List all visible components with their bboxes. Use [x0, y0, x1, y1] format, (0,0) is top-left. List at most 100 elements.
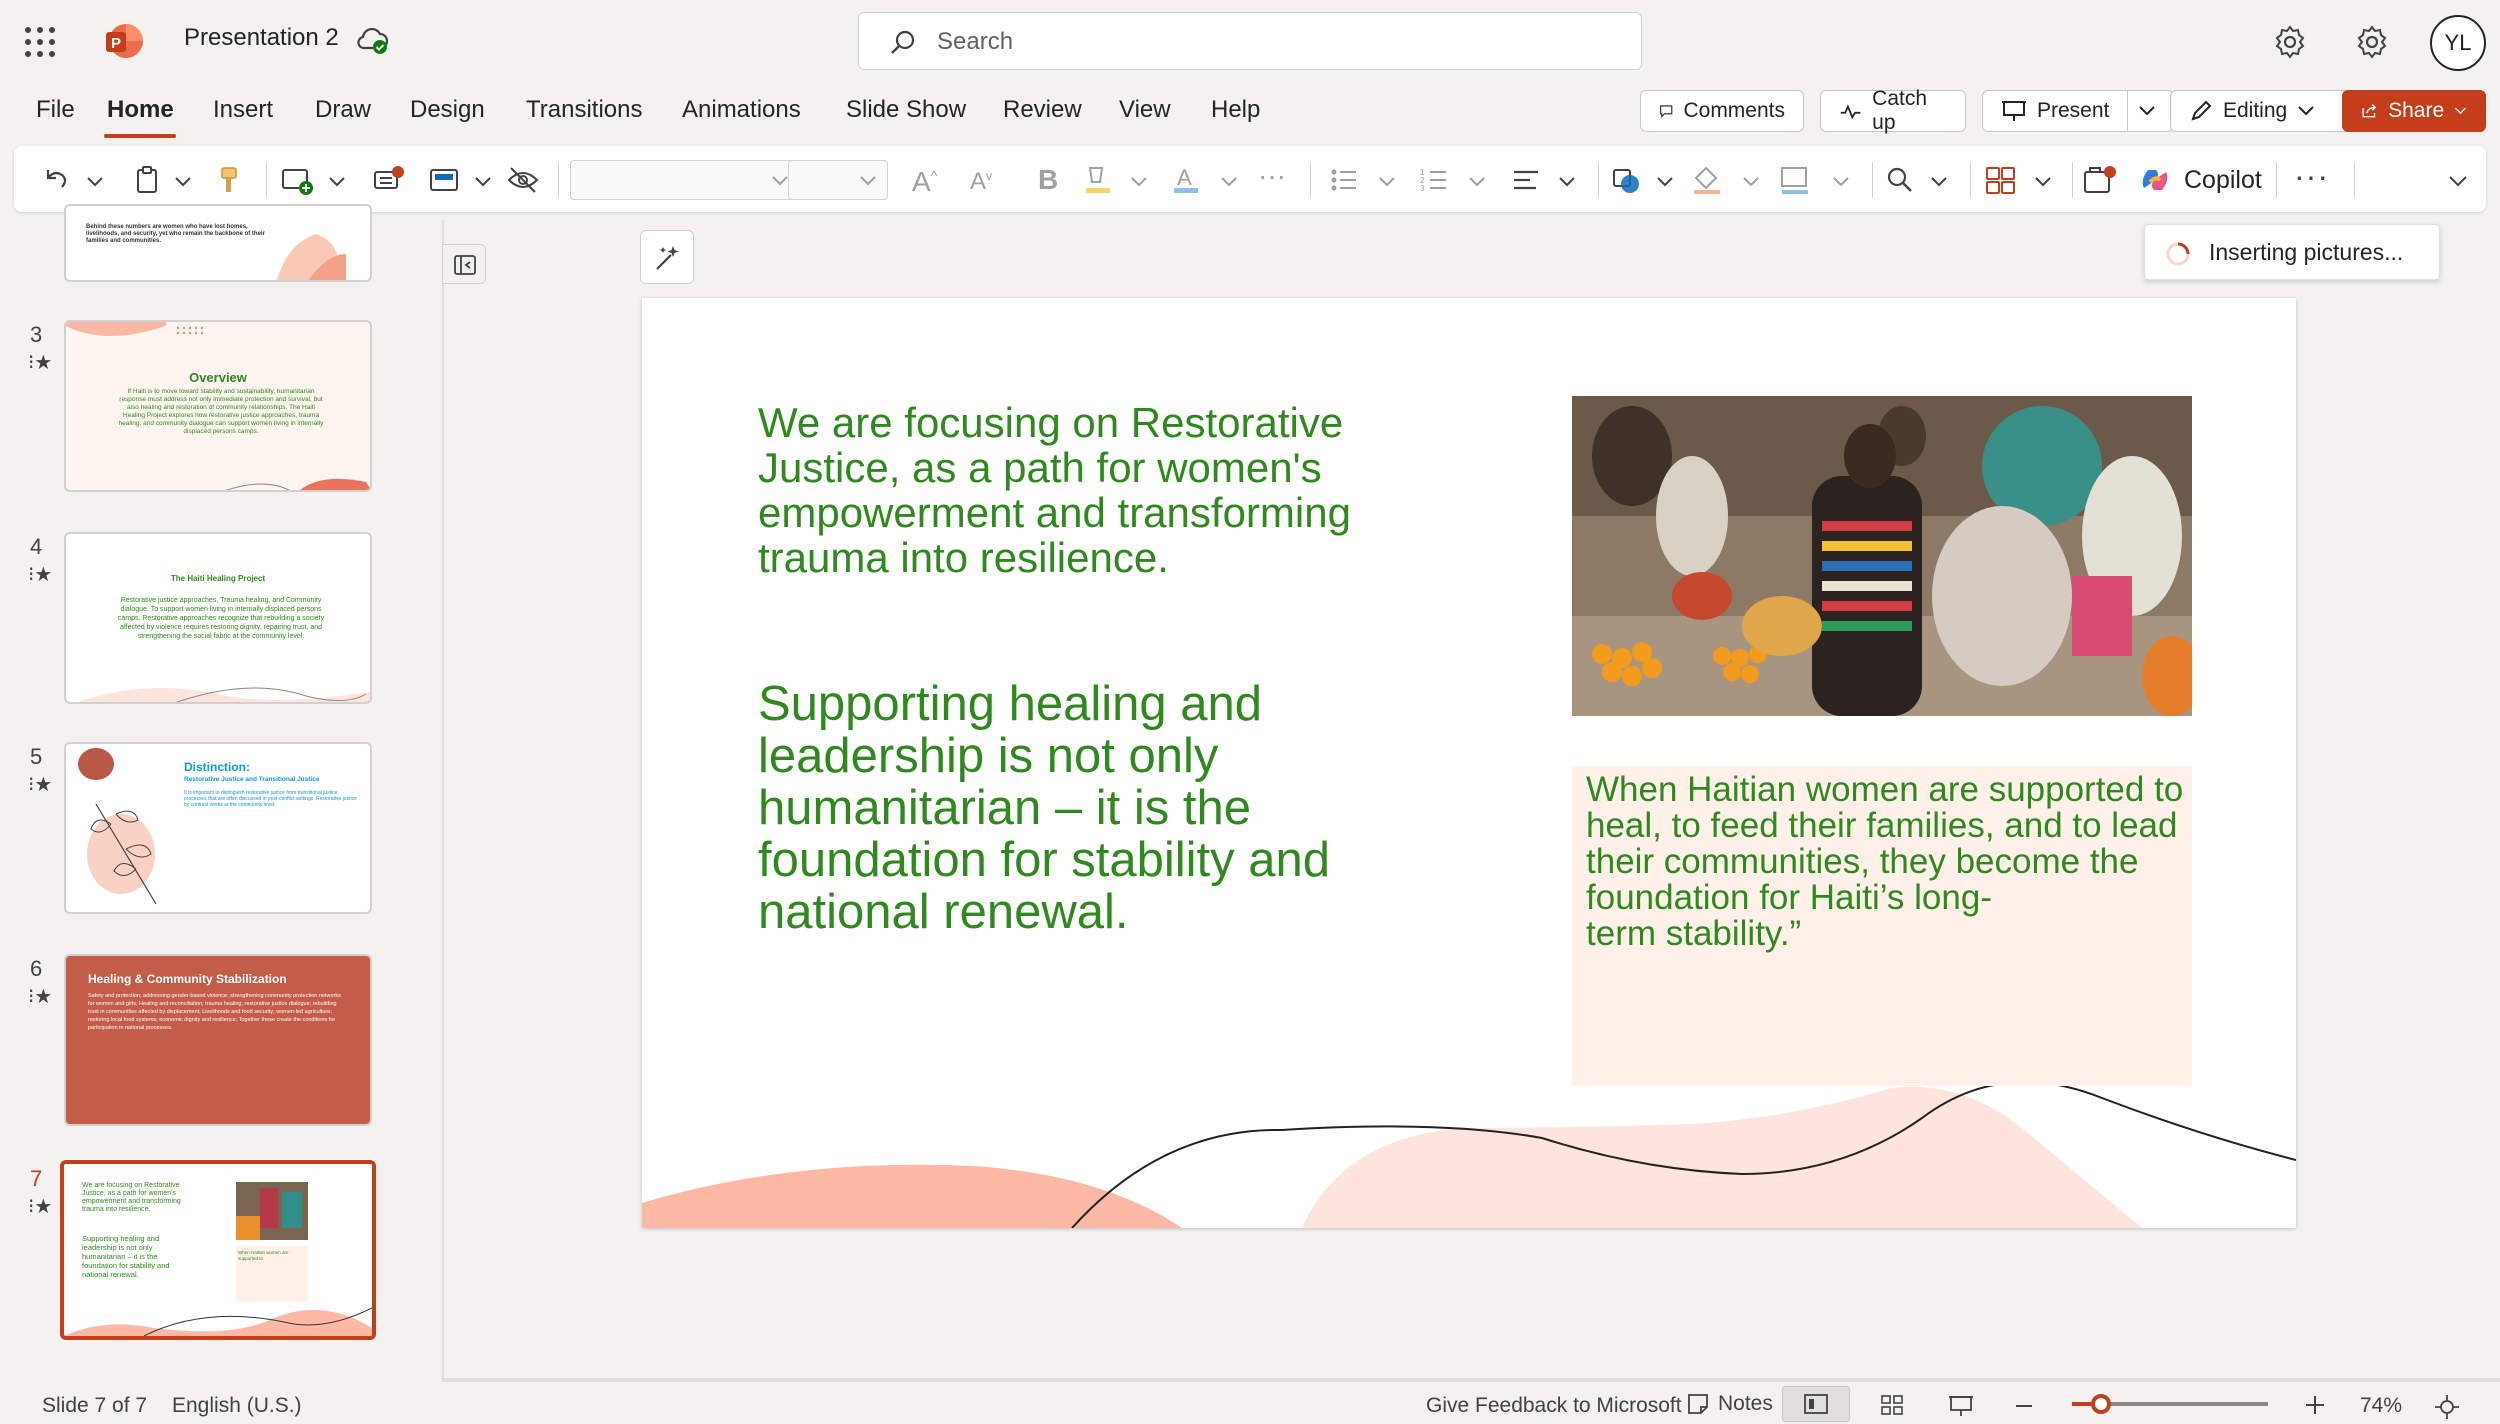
slide-number: 3 [30, 322, 43, 347]
font-color-dropdown-icon[interactable] [1220, 176, 1238, 188]
slide-show-button[interactable] [1938, 1386, 1982, 1422]
reuse-slides-icon[interactable] [372, 164, 406, 196]
numbering-dropdown-icon[interactable] [1468, 176, 1486, 188]
add-in-icon[interactable] [2082, 164, 2118, 196]
copilot-icon[interactable] [2138, 164, 2172, 196]
new-slide-icon[interactable] [280, 164, 314, 196]
slide-thumbnail-3[interactable]: Overview If Haiti is to move toward stab… [64, 320, 372, 492]
designer-button[interactable] [640, 230, 694, 284]
paste-dropdown-icon[interactable] [174, 176, 192, 188]
format-painter-icon[interactable] [212, 164, 244, 196]
document-title[interactable]: Presentation 2 [184, 24, 339, 52]
catch-up-button[interactable]: Catch up [1820, 87, 1966, 134]
panel-divider[interactable] [442, 220, 444, 1382]
quote-text[interactable]: When Haitian women are supported to heal… [1586, 772, 2186, 952]
tab-draw[interactable]: Draw [315, 96, 371, 124]
tab-help[interactable]: Help [1211, 96, 1260, 124]
tab-review[interactable]: Review [1003, 96, 1082, 124]
powerpoint-logo-icon[interactable]: P [104, 21, 144, 61]
quote-line: their communities, they become the [1586, 842, 2139, 881]
slide-sorter-button[interactable] [1870, 1386, 1914, 1422]
slide-thumbnail-5[interactable]: Distinction: Restorative Justice and Tra… [64, 742, 372, 914]
layout-icon[interactable] [428, 164, 462, 196]
find-dropdown-icon[interactable] [1930, 176, 1948, 188]
hide-slide-icon[interactable] [506, 164, 540, 196]
numbering-icon[interactable]: 123 [1418, 164, 1450, 196]
tab-design[interactable]: Design [410, 96, 485, 124]
undo-icon[interactable] [40, 164, 72, 196]
settings-icon[interactable] [2272, 24, 2308, 60]
feedback-link[interactable]: Give Feedback to Microsoft [1426, 1394, 1682, 1418]
increase-font-icon[interactable]: A^ [912, 166, 937, 198]
shape-fill-dropdown-icon[interactable] [1742, 176, 1760, 188]
slide-text-restorative-justice[interactable]: We are focusing on Restorative Justice, … [758, 400, 1378, 580]
quote-box[interactable]: When Haitian women are supported to heal… [1572, 766, 2192, 1086]
expand-ribbon-icon[interactable] [2448, 174, 2468, 188]
app-settings-icon[interactable] [2354, 24, 2390, 60]
comments-button[interactable]: Comments [1640, 90, 1804, 132]
tab-file[interactable]: File [36, 96, 75, 124]
shape-outline-icon[interactable] [1778, 164, 1812, 196]
undo-dropdown-icon[interactable] [86, 176, 104, 188]
share-button[interactable]: Share [2342, 90, 2486, 132]
slide-text-supporting-healing[interactable]: Supporting healing and leadership is not… [758, 678, 1378, 938]
slide-thumbnail-6[interactable]: Healing & Community Stabilization Safety… [64, 954, 372, 1126]
tab-slide-show[interactable]: Slide Show [846, 96, 966, 124]
decrease-font-icon[interactable]: Av [970, 168, 992, 196]
shapes-dropdown-icon[interactable] [1656, 176, 1674, 188]
collapse-panel-button[interactable] [442, 244, 486, 284]
bullets-icon[interactable] [1328, 164, 1360, 196]
tab-view[interactable]: View [1119, 96, 1171, 124]
notes-button[interactable]: Notes [1686, 1392, 1773, 1416]
cloud-saved-icon[interactable] [356, 26, 390, 56]
slide-thumbnail-panel[interactable]: Behind these numbers are women who have … [0, 204, 444, 1382]
zoom-in-button[interactable] [2300, 1386, 2330, 1422]
chevron-down-icon[interactable] [2138, 105, 2156, 117]
copilot-button-label[interactable]: Copilot [2184, 166, 2262, 195]
thumbnail-text: If Haiti is to move toward stability and… [118, 388, 324, 435]
font-color-icon[interactable]: A [1170, 164, 1202, 196]
bullets-dropdown-icon[interactable] [1378, 176, 1396, 188]
new-slide-dropdown-icon[interactable] [328, 176, 346, 188]
slide-thumbnail-2[interactable]: Behind these numbers are women who have … [64, 204, 372, 282]
tab-home[interactable]: Home [107, 96, 174, 124]
shape-outline-dropdown-icon[interactable] [1832, 176, 1850, 188]
align-dropdown-icon[interactable] [1558, 176, 1576, 188]
account-avatar[interactable]: YL [2430, 15, 2486, 71]
designer-icon[interactable] [1984, 164, 2018, 196]
highlight-icon[interactable] [1082, 164, 1114, 196]
share-label: Share [2388, 99, 2445, 122]
shape-fill-icon[interactable] [1690, 164, 1724, 196]
font-size-dropdown[interactable] [788, 160, 888, 200]
layout-dropdown-icon[interactable] [474, 176, 492, 188]
tab-insert[interactable]: Insert [213, 96, 273, 124]
app-launcher-icon[interactable] [22, 24, 58, 60]
highlight-dropdown-icon[interactable] [1130, 176, 1148, 188]
tab-animations[interactable]: Animations [682, 96, 801, 124]
more-options-icon[interactable]: ··· [2294, 158, 2329, 195]
slide-thumbnail-4[interactable]: The Haiti Healing Project Restorative ju… [64, 532, 372, 704]
language-indicator[interactable]: English (U.S.) [172, 1394, 302, 1418]
zoom-slider-thumb[interactable] [2091, 1394, 2112, 1414]
bold-icon[interactable]: B [1038, 164, 1058, 196]
zoom-level[interactable]: 74% [2360, 1394, 2402, 1418]
tab-transitions[interactable]: Transitions [526, 96, 642, 124]
slide-canvas[interactable]: We are focusing on Restorative Justice, … [642, 298, 2296, 1228]
designer-dropdown-icon[interactable] [2034, 176, 2052, 188]
align-icon[interactable] [1510, 164, 1542, 196]
zoom-out-button[interactable] [2010, 1386, 2040, 1422]
find-icon[interactable] [1884, 164, 1916, 196]
editing-mode-button[interactable]: Editing [2170, 90, 2350, 132]
paste-icon[interactable] [132, 164, 164, 196]
more-font-options-icon[interactable]: ··· [1258, 160, 1286, 192]
normal-view-button[interactable] [1782, 1386, 1850, 1422]
fit-to-window-button[interactable] [2430, 1386, 2464, 1422]
search-box[interactable]: Search [858, 12, 1642, 70]
slide-thumbnail-7[interactable]: We are focusing on Restorative Justice, … [60, 1160, 376, 1340]
font-family-dropdown[interactable] [570, 160, 800, 200]
shapes-icon[interactable] [1610, 164, 1644, 196]
slide-number: 6 [30, 956, 43, 981]
zoom-slider[interactable] [2072, 1394, 2268, 1414]
market-women-photo[interactable] [1572, 396, 2192, 716]
present-button[interactable]: Present [1982, 90, 2174, 132]
